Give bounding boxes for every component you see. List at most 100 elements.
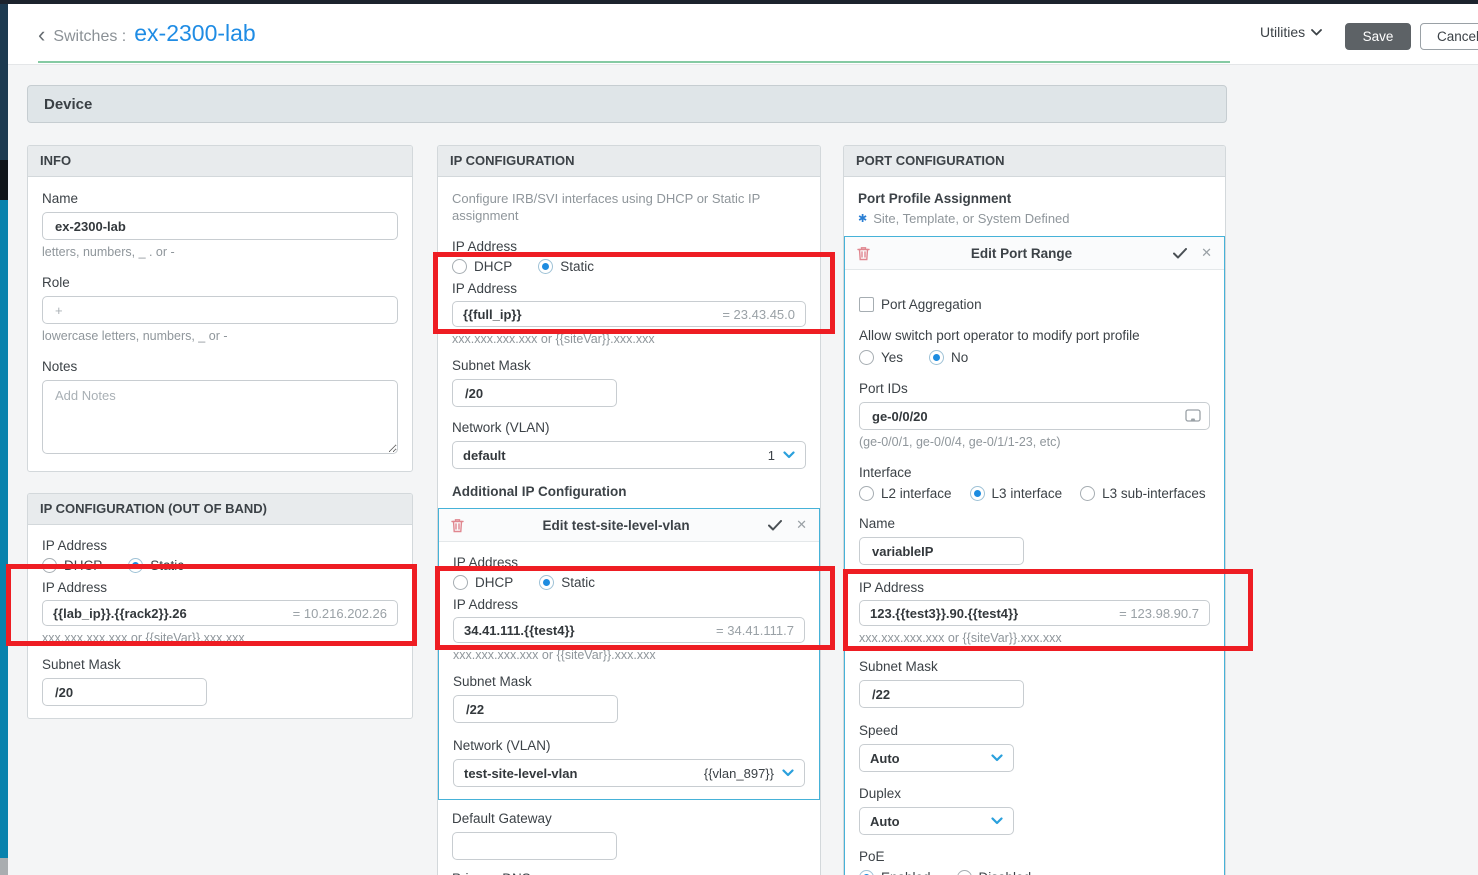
port-profile-assignment-label: Port Profile Assignment	[858, 191, 1012, 206]
port-config-panel-header: PORT CONFIGURATION	[844, 146, 1225, 177]
vlan-static-label: Static	[561, 575, 596, 590]
name-hint: letters, numbers, _ . or -	[42, 245, 175, 259]
port-ip-input[interactable]	[870, 605, 1120, 621]
ip-input[interactable]	[463, 306, 723, 322]
dns-label: Primary DNS	[452, 870, 806, 875]
delete-trash-icon[interactable]	[451, 518, 464, 533]
ip-static-radio[interactable]: Static	[538, 259, 594, 274]
oob-ip-input[interactable]	[53, 605, 293, 621]
oob-ip-resolved-value: = 10.216.202.26	[292, 605, 387, 621]
radio-on-icon	[538, 259, 554, 274]
port-name-input[interactable]	[859, 537, 1024, 565]
left-edge-strip-navy	[0, 4, 8, 160]
vlan-static-radio[interactable]: Static	[539, 575, 595, 590]
radio-off-icon	[956, 870, 972, 875]
radio-off-icon	[453, 575, 468, 590]
close-icon[interactable]: ✕	[1201, 245, 1212, 261]
page-header: ‹ Switches : ex-2300-lab Utilities Save …	[8, 4, 1478, 65]
chevron-down-icon	[783, 451, 795, 459]
vlan-ip-hint: xxx.xxx.xxx.xxx or {{siteVar}}.xxx.xxx	[453, 648, 656, 662]
port-subnet-label: Subnet Mask	[859, 659, 938, 674]
oob-subnet-input[interactable]	[42, 678, 207, 706]
close-icon[interactable]: ✕	[796, 517, 807, 533]
speed-select[interactable]: Auto	[859, 744, 1014, 772]
vlan-select[interactable]: default 1	[452, 441, 806, 469]
vlan-ip-input[interactable]	[464, 622, 717, 638]
ip-group-label: IP Address	[452, 239, 518, 254]
additional-ip-label: Additional IP Configuration	[452, 484, 627, 499]
port-subnet-input[interactable]	[859, 680, 1024, 708]
radio-off-icon	[859, 350, 874, 365]
vlan-id-value: 1	[767, 447, 775, 463]
notes-textarea[interactable]	[42, 380, 398, 454]
port-aggregation-checkbox[interactable]: Port Aggregation	[859, 297, 982, 312]
poe-enabled-radio[interactable]: Enabled	[859, 870, 931, 875]
port-ids-hint: (ge-0/0/1, ge-0/0/4, ge-0/1/1-23, etc)	[859, 435, 1061, 449]
operator-no-radio[interactable]: No	[929, 350, 968, 365]
operator-yes-radio[interactable]: Yes	[859, 350, 903, 365]
oob-ip-panel-header: IP CONFIGURATION (OUT OF BAND)	[28, 494, 412, 525]
ip-config-description: Configure IRB/SVI interfaces using DHCP …	[452, 191, 761, 223]
poe-disabled-radio[interactable]: Disabled	[956, 870, 1031, 875]
l3-sub-interfaces-label: L3 sub-interfaces	[1102, 486, 1206, 501]
oob-ip-group-label: IP Address	[42, 538, 108, 553]
confirm-check-icon[interactable]	[768, 519, 783, 531]
l3-sub-interfaces-radio[interactable]: L3 sub-interfaces	[1080, 486, 1206, 501]
l2-interface-label: L2 interface	[881, 486, 952, 501]
name-label: Name	[42, 191, 79, 206]
duplex-select[interactable]: Auto	[859, 807, 1014, 835]
oob-ip-field-label: IP Address	[42, 580, 108, 595]
operator-yes-label: Yes	[881, 350, 904, 365]
edit-port-range-title: Edit Port Range	[970, 245, 1073, 261]
utilities-dropdown[interactable]: Utilities	[1260, 24, 1323, 40]
role-input[interactable]	[42, 296, 398, 324]
subnet-label: Subnet Mask	[452, 358, 531, 373]
gateway-label: Default Gateway	[452, 811, 552, 826]
oob-dhcp-radio[interactable]: DHCP	[42, 558, 102, 573]
l3-interface-label: L3 interface	[991, 486, 1063, 501]
chevron-down-icon	[991, 817, 1003, 825]
device-section-bar[interactable]: Device	[27, 85, 1227, 123]
cancel-button[interactable]: Cancel	[1420, 23, 1478, 50]
ip-config-panel-header: IP CONFIGURATION	[438, 146, 820, 177]
chevron-down-icon	[782, 769, 794, 777]
vlan-subnet-input[interactable]	[453, 695, 618, 723]
subnet-input[interactable]	[452, 379, 617, 407]
l2-interface-radio[interactable]: L2 interface	[859, 486, 952, 501]
radio-off-icon	[452, 259, 467, 274]
checkbox-off-icon	[859, 297, 874, 312]
name-input[interactable]	[42, 212, 398, 240]
info-panel: INFO Name letters, numbers, _ . or - Rol…	[27, 145, 413, 472]
chevron-down-icon	[1311, 28, 1323, 35]
vlan-network-select[interactable]: test-site-level-vlan {{vlan_897}}	[453, 759, 805, 787]
vlan-select-value: default	[463, 447, 506, 463]
vlan-ip-group-label: IP Address	[453, 555, 519, 570]
delete-trash-icon[interactable]	[857, 246, 870, 261]
port-ids-label: Port IDs	[859, 381, 908, 396]
oob-static-radio[interactable]: Static	[128, 558, 184, 573]
info-panel-header: INFO	[28, 146, 412, 177]
port-picker-icon[interactable]	[1185, 409, 1201, 423]
role-label: Role	[42, 275, 70, 290]
port-ip-resolved-value: = 123.98.90.7	[1119, 605, 1199, 621]
poe-enabled-label: Enabled	[881, 870, 931, 875]
ip-config-panel: IP CONFIGURATION Configure IRB/SVI inter…	[437, 145, 821, 875]
radio-off-icon	[1080, 486, 1096, 501]
oob-static-label: Static	[150, 558, 185, 573]
port-ids-input[interactable]	[872, 408, 1185, 424]
gateway-input[interactable]	[452, 832, 617, 860]
save-button[interactable]: Save	[1345, 23, 1411, 50]
ip-static-label: Static	[560, 259, 595, 274]
ip-dhcp-radio[interactable]: DHCP	[452, 259, 512, 274]
edit-vlan-title: Edit test-site-level-vlan	[542, 517, 690, 533]
confirm-check-icon[interactable]	[1173, 247, 1188, 259]
vlan-ip-input-wrap: = 34.41.111.7	[453, 617, 805, 643]
operator-no-label: No	[951, 350, 969, 365]
vlan-ip-field-label: IP Address	[453, 597, 519, 612]
vlan-label: Network (VLAN)	[452, 420, 550, 435]
vlan-dhcp-radio[interactable]: DHCP	[453, 575, 513, 590]
l3-interface-radio[interactable]: L3 interface	[969, 486, 1063, 501]
port-config-panel: PORT CONFIGURATION Port Profile Assignme…	[843, 145, 1226, 875]
left-edge-strip-black	[0, 160, 8, 200]
left-edge-strip-teal	[0, 200, 8, 858]
